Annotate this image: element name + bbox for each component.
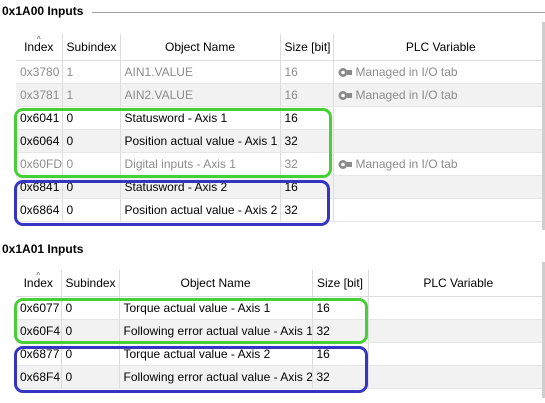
section-title-1a00: 0x1A00 Inputs (2, 4, 84, 18)
column-header-object-name[interactable]: Object Name (120, 34, 281, 61)
inputs-table-1a00: ^ Index Subindex Object Name Size [bit] P… (16, 34, 545, 222)
sort-caret-icon: ^ (36, 271, 41, 280)
cell-index: 0x6041 (16, 106, 63, 130)
cell-index: 0x6077 (16, 296, 62, 320)
cell-subindex: 0 (62, 106, 121, 130)
cell-subindex: 0 (61, 365, 120, 389)
cell-subindex: 0 (61, 296, 120, 320)
cell-subindex: 1 (62, 60, 121, 84)
cell-index: 0x6841 (16, 175, 63, 199)
table-row[interactable]: 0x6864 0 Position actual value - Axis 2 … (16, 198, 545, 222)
cell-size: 32 (280, 129, 334, 153)
cell-index: 0x60FD (16, 152, 63, 176)
column-header-size[interactable]: Size [bit] (280, 34, 334, 61)
managed-io-icon (338, 91, 352, 100)
table-row[interactable]: 0x6077 0 Torque actual value - Axis 1 16 (16, 296, 545, 320)
cell-object-name: AIN1.VALUE (120, 60, 281, 84)
cell-plc-variable[interactable] (368, 365, 545, 389)
table-header: ^ Index Subindex Object Name Size [bit] P… (16, 34, 545, 61)
cell-size: 32 (280, 198, 334, 222)
column-header-index[interactable]: ^ Index (16, 34, 63, 61)
cell-size: 16 (312, 342, 369, 366)
table-row[interactable]: 0x60F4 0 Following error actual value - … (16, 319, 545, 343)
cell-object-name: Digital inputs - Axis 1 (120, 152, 281, 176)
inputs-table-1a01: ^ Index Subindex Object Name Size [bit] P… (16, 270, 545, 389)
table-row[interactable]: 0x68F4 0 Following error actual value - … (16, 365, 545, 389)
cell-object-name: Position actual value - Axis 1 (120, 129, 281, 153)
cell-plc-variable: Managed in I/O tab (333, 60, 545, 84)
cell-index: 0x3780 (16, 60, 63, 84)
cell-subindex: 0 (62, 198, 121, 222)
section-title-1a01: 0x1A01 Inputs (2, 242, 84, 256)
cell-object-name: Position actual value - Axis 2 (120, 198, 281, 222)
sort-caret-icon: ^ (36, 35, 41, 44)
section-divider (92, 12, 545, 13)
cell-plc-variable[interactable] (333, 106, 545, 130)
cell-plc-variable[interactable] (368, 296, 545, 320)
cell-subindex: 0 (61, 319, 120, 343)
cell-size: 16 (280, 175, 334, 199)
cell-size: 16 (280, 83, 334, 107)
cell-subindex: 0 (62, 129, 121, 153)
managed-io-icon (338, 160, 352, 169)
cell-subindex: 0 (62, 152, 121, 176)
column-header-size[interactable]: Size [bit] (312, 270, 369, 297)
table-row[interactable]: 0x6064 0 Position actual value - Axis 1 … (16, 129, 545, 153)
cell-size: 32 (312, 365, 369, 389)
cell-plc-variable: Managed in I/O tab (333, 83, 545, 107)
cell-subindex: 1 (62, 83, 121, 107)
table-row[interactable]: 0x6877 0 Torque actual value - Axis 2 16 (16, 342, 545, 366)
cell-plc-variable[interactable] (333, 175, 545, 199)
table-row[interactable]: 0x6041 0 Statusword - Axis 1 16 (16, 106, 545, 130)
table-row[interactable]: 0x60FD 0 Digital inputs - Axis 1 32 Mana… (16, 152, 545, 176)
cell-size: 16 (280, 60, 334, 84)
cell-object-name: Following error actual value - Axis 2 (119, 365, 313, 389)
cell-subindex: 0 (61, 342, 120, 366)
cell-object-name: Following error actual value - Axis 1 (119, 319, 313, 343)
column-header-subindex[interactable]: Subindex (62, 34, 121, 61)
cell-plc-variable[interactable] (368, 342, 545, 366)
cell-index: 0x6064 (16, 129, 63, 153)
cell-plc-variable[interactable] (333, 198, 545, 222)
cell-object-name: Torque actual value - Axis 1 (119, 296, 313, 320)
cell-subindex: 0 (62, 175, 121, 199)
cell-index: 0x6864 (16, 198, 63, 222)
column-header-plc-variable[interactable]: PLC Variable (333, 34, 545, 61)
cell-index: 0x68F4 (16, 365, 62, 389)
cell-plc-variable: Managed in I/O tab (333, 152, 545, 176)
cell-size: 16 (312, 296, 369, 320)
table-row[interactable]: 0x3780 1 AIN1.VALUE 16 Managed in I/O ta… (16, 60, 545, 84)
cell-size: 16 (280, 106, 334, 130)
table-row[interactable]: 0x3781 1 AIN2.VALUE 16 Managed in I/O ta… (16, 83, 545, 107)
column-header-index[interactable]: ^ Index (16, 270, 62, 297)
cell-size: 32 (280, 152, 334, 176)
cell-object-name: Torque actual value - Axis 2 (119, 342, 313, 366)
cell-plc-variable[interactable] (333, 129, 545, 153)
cell-plc-variable[interactable] (368, 319, 545, 343)
cell-object-name: Statusword - Axis 2 (120, 175, 281, 199)
cell-object-name: AIN2.VALUE (120, 83, 281, 107)
cell-object-name: Statusword - Axis 1 (120, 106, 281, 130)
managed-io-icon (338, 68, 352, 77)
table-header: ^ Index Subindex Object Name Size [bit] P… (16, 270, 545, 297)
column-header-subindex[interactable]: Subindex (61, 270, 120, 297)
column-header-plc-variable[interactable]: PLC Variable (368, 270, 545, 297)
cell-index: 0x60F4 (16, 319, 62, 343)
column-header-object-name[interactable]: Object Name (119, 270, 313, 297)
cell-index: 0x3781 (16, 83, 63, 107)
cell-index: 0x6877 (16, 342, 62, 366)
cell-size: 32 (312, 319, 369, 343)
table-row[interactable]: 0x6841 0 Statusword - Axis 2 16 (16, 175, 545, 199)
